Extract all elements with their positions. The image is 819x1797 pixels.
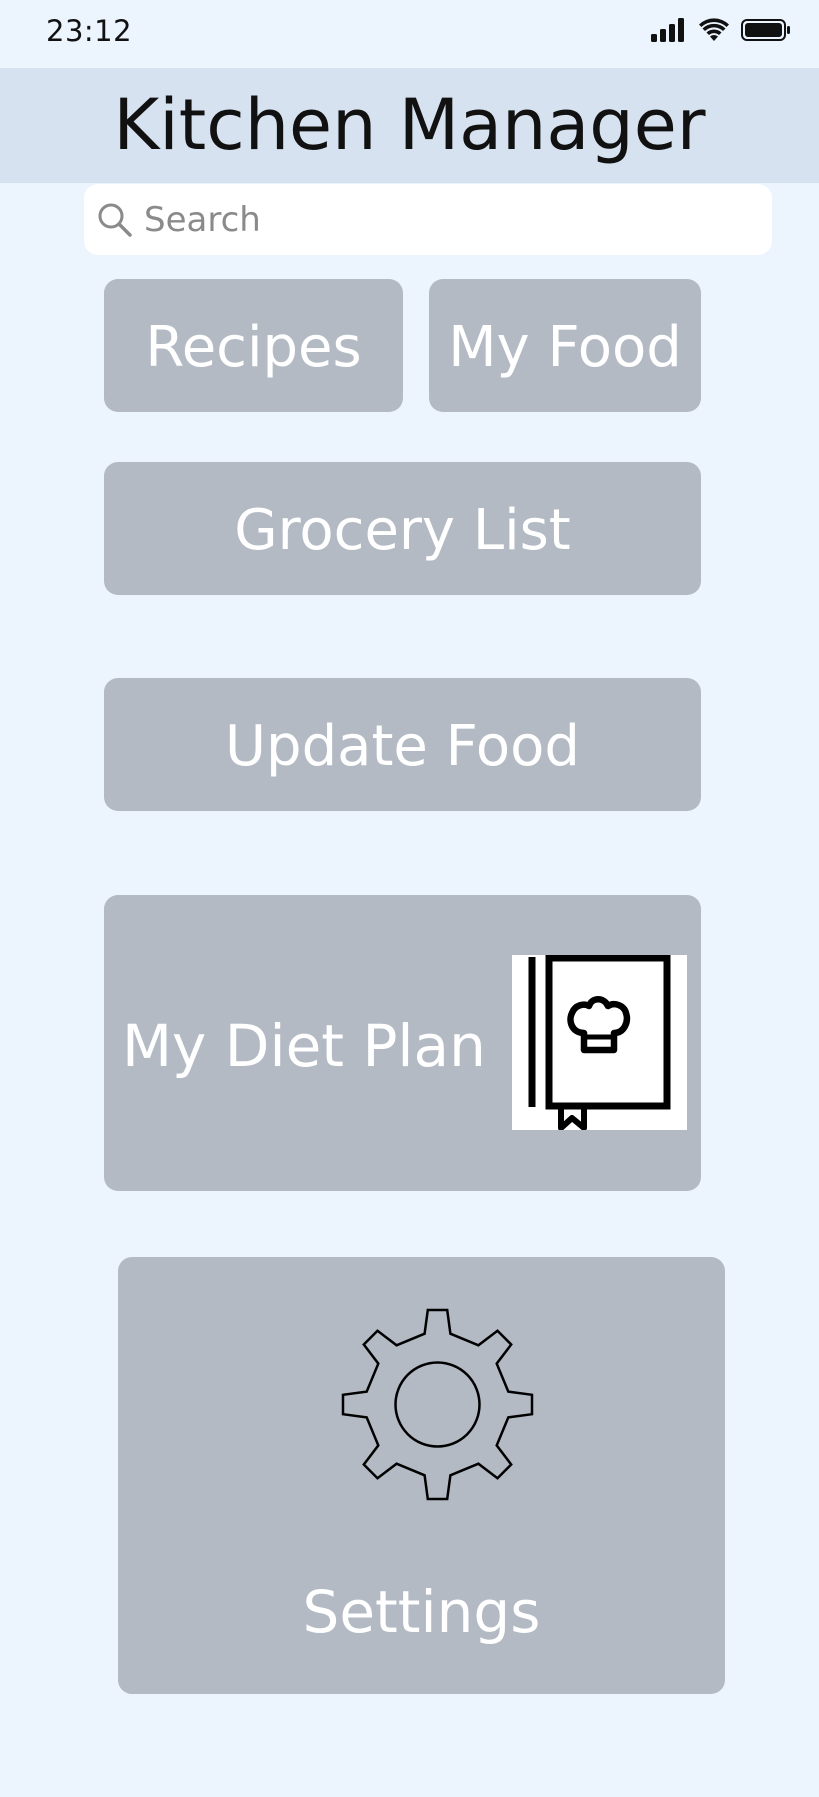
settings-label: Settings — [302, 1578, 541, 1646]
status-icons — [651, 18, 791, 42]
page-title: Kitchen Manager — [113, 84, 706, 166]
wifi-icon — [699, 18, 729, 41]
search-icon — [98, 203, 132, 237]
recipes-button[interactable]: Recipes — [104, 279, 403, 412]
my-food-label: My Food — [448, 315, 682, 380]
battery-icon — [741, 19, 790, 41]
gear-icon — [341, 1308, 534, 1501]
chef-hat-book-icon — [528, 954, 671, 1131]
diet-plan-image — [512, 954, 687, 1131]
update-food-button[interactable]: Update Food — [104, 678, 701, 811]
update-food-label: Update Food — [225, 714, 580, 779]
settings-button[interactable]: Settings — [118, 1257, 725, 1694]
grocery-list-label: Grocery List — [234, 498, 571, 563]
status-bar: 23:12 — [0, 0, 819, 68]
search-bar[interactable] — [84, 184, 772, 255]
diet-plan-button[interactable]: My Diet Plan — [104, 895, 701, 1191]
grocery-list-button[interactable]: Grocery List — [104, 462, 701, 595]
recipes-label: Recipes — [145, 315, 362, 380]
diet-plan-label: My Diet Plan — [122, 1012, 486, 1080]
my-food-button[interactable]: My Food — [429, 279, 701, 412]
signal-icon — [651, 18, 684, 42]
search-input[interactable] — [138, 184, 764, 255]
status-time: 23:12 — [46, 14, 133, 48]
header-bar: Kitchen Manager — [0, 68, 819, 183]
settings-icon-wrap — [340, 1307, 535, 1502]
